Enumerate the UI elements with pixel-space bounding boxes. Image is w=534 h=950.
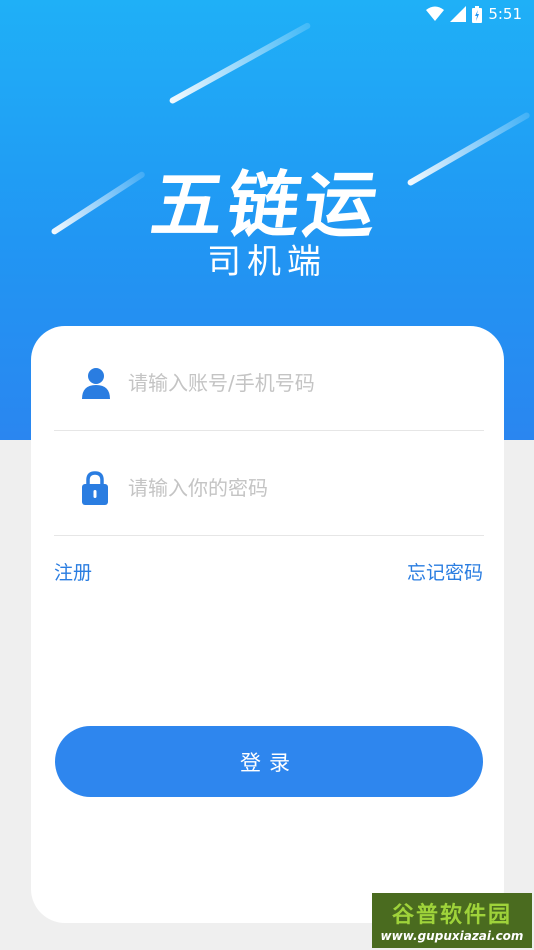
signal-icon [450, 6, 467, 22]
register-link[interactable]: 注册 [54, 558, 92, 585]
account-input[interactable] [126, 370, 470, 396]
login-card: 注册 忘记密码 登录 [31, 326, 504, 923]
forgot-password-link[interactable]: 忘记密码 [407, 558, 483, 585]
wifi-icon [426, 6, 445, 21]
password-input[interactable] [126, 475, 470, 501]
lock-icon [82, 471, 108, 505]
app-logo-subtitle: 司机端 [207, 242, 327, 282]
password-field[interactable] [54, 441, 484, 536]
decorative-streak [168, 21, 312, 105]
user-icon [82, 368, 110, 399]
watermark-text: 谷普软件园 [391, 903, 512, 928]
account-field[interactable] [54, 336, 484, 431]
battery-icon [472, 5, 483, 23]
status-bar: 5:51 [0, 0, 534, 28]
status-time: 5:51 [488, 5, 522, 23]
watermark-url: www.gupuxiazai.com [380, 929, 524, 943]
login-button[interactable]: 登录 [55, 726, 483, 797]
watermark-logo: 谷普软件园 www.gupuxiazai.com [372, 893, 532, 948]
